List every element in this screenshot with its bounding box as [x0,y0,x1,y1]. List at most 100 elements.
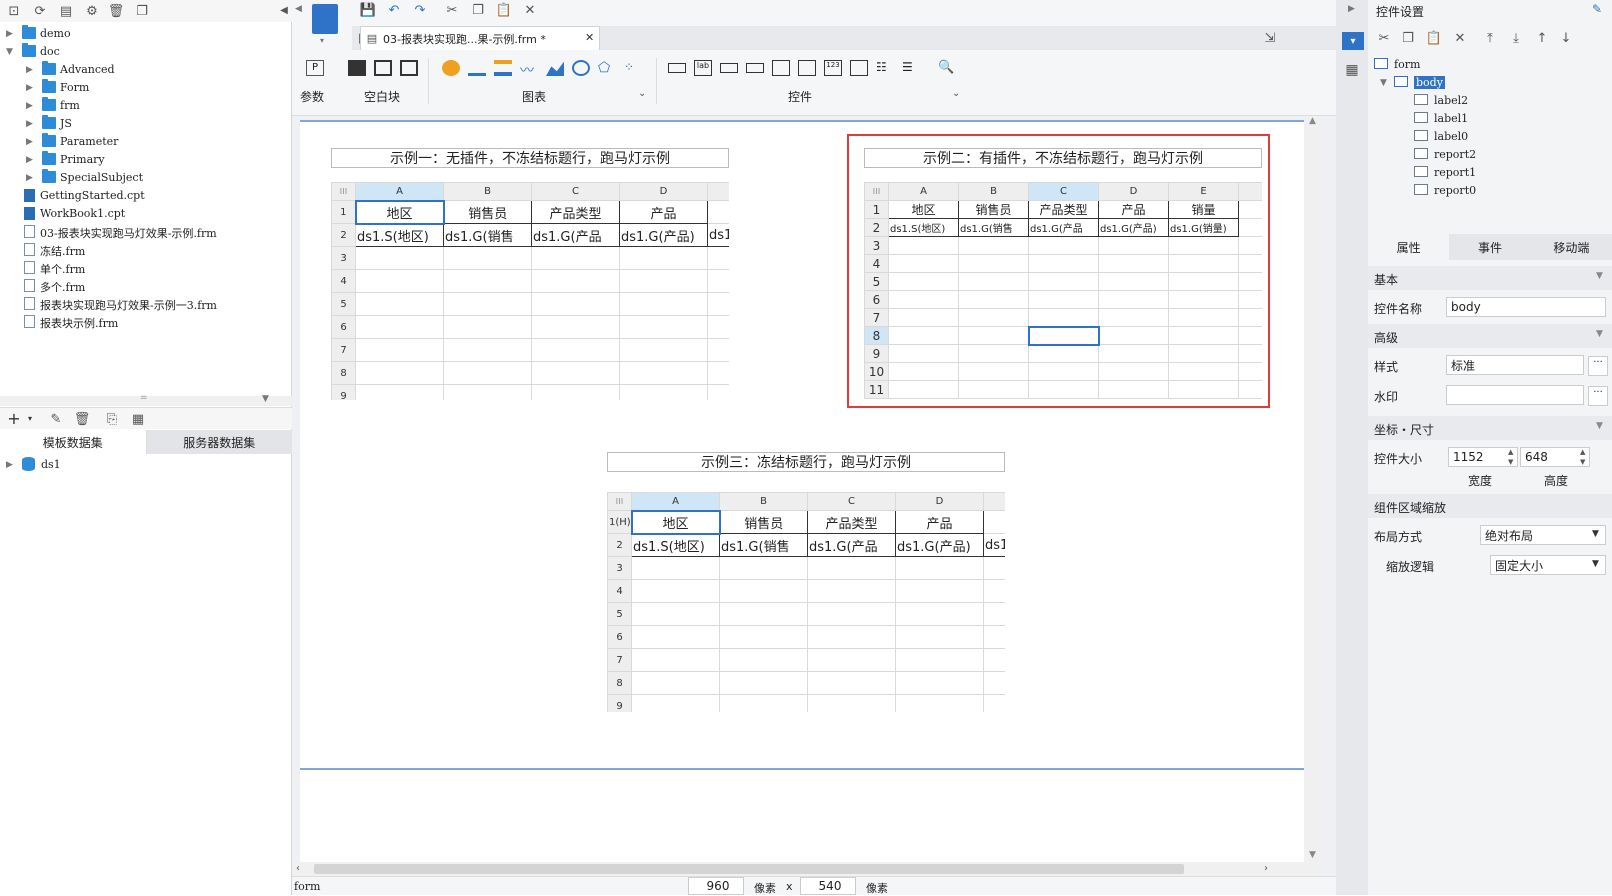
tree-item[interactable]: WorkBook1.cpt [0,205,292,223]
tree-item[interactable]: 报表块实现跑马灯效果-示例一3.frm [0,295,292,313]
expand-arrow-icon[interactable]: ▶ [6,28,14,40]
column-header[interactable]: B [719,492,808,511]
tree-item[interactable]: ▶ Parameter [0,133,292,151]
column-header[interactable]: B [958,182,1029,201]
column-header[interactable] [1238,182,1262,201]
zoom-select[interactable]: 固定大小 [1490,555,1606,575]
table-cell[interactable]: 产品 [1098,200,1169,219]
row-number[interactable]: 9 [864,344,889,363]
row-number[interactable]: 1(H) [607,510,632,534]
select-all-corner-icon[interactable]: ⁝⁝⁝ [607,492,632,511]
expand-arrow-icon[interactable]: ▶ [26,64,34,76]
table-cell[interactable] [531,338,620,362]
table-cell[interactable]: 产品类型 [1028,200,1099,219]
table-cell[interactable]: 销售员 [719,510,808,534]
tab-events[interactable]: 事件 [1449,234,1530,260]
tree-item[interactable]: ▶ JS [0,115,292,133]
table-cell[interactable]: 地区 [888,200,959,219]
label-widget-icon[interactable] [668,63,686,73]
column-header[interactable] [707,182,729,201]
table-cell[interactable] [631,671,720,695]
pin-icon[interactable]: ✎ [1592,2,1602,16]
table-cell[interactable] [807,556,896,580]
tab-mobile[interactable]: 移动端 [1531,234,1612,260]
row-number[interactable]: 7 [331,338,356,362]
column-header[interactable]: B [443,182,532,201]
column-header[interactable]: D [619,182,708,201]
table-cell[interactable] [895,602,984,626]
table-cell[interactable] [888,290,959,309]
section-coords[interactable]: 坐标・尺寸 ▼ [1368,416,1612,440]
table-cell[interactable] [1168,362,1239,381]
table-cell[interactable] [355,384,444,400]
table-cell[interactable] [1028,290,1099,309]
style-more-icon[interactable]: ··· [1588,356,1608,376]
copy-icon[interactable]: ❐ [470,2,486,18]
table-cell[interactable]: ds1.G(销量) [1168,218,1239,237]
cut-icon[interactable]: ✂ [444,2,460,18]
paste-icon[interactable]: 📋 [496,2,512,18]
report0-block[interactable]: ⁝⁝⁝ A B C D 1 地区 销售员 产品类型 产品 2 ds1.S(地区) ds1.G(销售 ds1… [331,182,729,400]
cut-widget-icon[interactable]: ✂ [1376,30,1392,46]
move-top-icon[interactable]: ⤒ [1482,30,1498,46]
scroll-left-icon[interactable]: ‹ [296,863,300,874]
table-cell[interactable] [707,246,729,270]
dataset-item[interactable]: ▶ ds1 [0,456,292,474]
column-header[interactable]: A [355,182,444,201]
table-cell[interactable] [619,361,708,385]
layout-select[interactable]: 绝对布局 [1480,525,1606,545]
width-stepper-icon[interactable]: ▲ ▼ [1508,447,1513,467]
table-cell[interactable] [1098,362,1169,381]
style-input[interactable]: 标准 [1446,355,1584,375]
table-cell[interactable] [707,315,729,339]
table-cell[interactable]: 销量 [1168,200,1239,219]
table-cell[interactable] [355,361,444,385]
table-cell[interactable] [355,315,444,339]
table-cell[interactable] [1238,380,1262,399]
table-cell[interactable] [895,648,984,672]
row-number[interactable]: 5 [864,272,889,291]
table-cell[interactable] [443,246,532,270]
form-designer-icon[interactable] [312,4,338,34]
table-cell[interactable] [1168,272,1239,291]
row-number[interactable]: 5 [331,292,356,316]
table-cell[interactable] [1098,236,1169,255]
table-cell[interactable] [443,315,532,339]
move-down-icon[interactable]: ↓ [1558,30,1574,46]
table-cell[interactable] [719,602,808,626]
table-cell[interactable] [619,246,708,270]
section-advanced-chevron-icon[interactable]: ▼ [1596,329,1603,339]
table-cell[interactable] [707,292,729,316]
table-cell[interactable] [888,236,959,255]
tree-item[interactable]: 冻结.frm [0,241,292,259]
preview-icon[interactable]: ⎘ [104,411,120,427]
table-cell[interactable] [707,338,729,362]
table-cell[interactable]: ds1.S(地区) [631,533,720,557]
move-bottom-icon[interactable]: ⤓ [1508,30,1524,46]
table-cell[interactable] [1238,362,1262,381]
row-number[interactable]: 6 [864,290,889,309]
watermark-more-icon[interactable]: ··· [1588,386,1608,406]
table-cell[interactable] [1098,344,1169,363]
zoom-chevron-icon[interactable]: ▼ [1592,559,1599,569]
canvas-height-input[interactable]: 540 [800,877,856,895]
widget-expand-icon[interactable]: ⌄ [952,88,960,99]
checkbox-group-icon[interactable]: ☰ [902,60,920,76]
table-cell[interactable] [443,269,532,293]
row-number[interactable]: 8 [331,361,356,385]
row-number[interactable]: 3 [864,236,889,255]
tab-menu-icon[interactable]: ⇲ [1262,30,1278,46]
expand-arrow-icon[interactable]: ▶ [26,118,34,130]
table-cell[interactable] [958,308,1029,327]
tab-attributes[interactable]: 属性 [1368,234,1450,260]
tree-item[interactable]: 报表块示例.frm [0,313,292,331]
vertical-scrollbar[interactable]: ▲ ▼ [1306,116,1322,862]
table-cell[interactable] [619,269,708,293]
table-cell[interactable] [1028,254,1099,273]
table-cell[interactable] [719,694,808,712]
paste-widget-icon[interactable]: 📋 [1426,30,1442,46]
table-cell[interactable]: ds1.G(产品) [1098,218,1169,237]
scatter-chart-icon[interactable]: ⁘ [624,60,642,76]
label2[interactable]: 示例三：冻结标题行，跑马灯示例 [607,452,1005,472]
table-cell[interactable] [619,315,708,339]
